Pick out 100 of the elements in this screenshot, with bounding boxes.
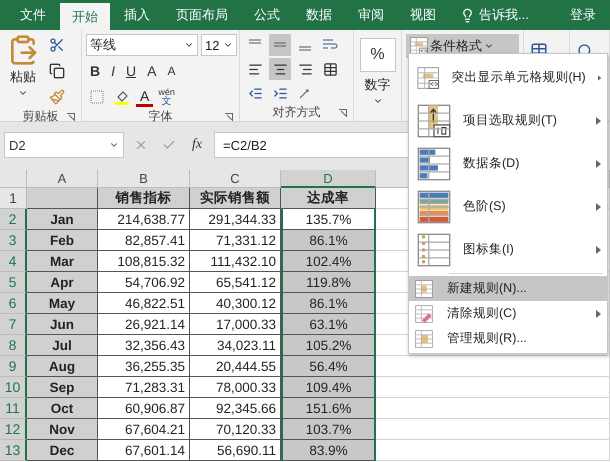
- group-label: 字体: [148, 108, 172, 125]
- ribbon-tab[interactable]: 页面布局: [164, 0, 240, 30]
- ribbon-tab[interactable]: 开始: [60, 3, 110, 30]
- name-box[interactable]: D2: [4, 132, 124, 158]
- ribbon-tab[interactable]: 插入: [112, 0, 162, 30]
- italic-button[interactable]: I: [107, 60, 120, 82]
- table-cell: 71,331.12: [190, 230, 281, 251]
- table-cell: Nov: [27, 419, 98, 440]
- row-header[interactable]: 9: [0, 356, 27, 377]
- bold-button[interactable]: B: [86, 60, 104, 82]
- table-cell: 86.1%: [281, 293, 376, 314]
- row-header[interactable]: 11: [0, 398, 27, 419]
- table-cell: 34,023.11: [190, 335, 281, 356]
- table-cell: 26,921.14: [98, 314, 190, 335]
- table-cell: 109.4%: [281, 377, 376, 398]
- table-cell: 46,822.51: [98, 293, 190, 314]
- table-cell: 105.2%: [281, 335, 376, 356]
- menu-item[interactable]: 数据条(D): [409, 142, 607, 185]
- ribbon-tab[interactable]: 视图: [398, 0, 448, 30]
- table-cell: 92,345.66: [190, 398, 281, 419]
- ribbon-tab[interactable]: 数据: [294, 0, 344, 30]
- font-size-dropdown[interactable]: 12: [201, 34, 237, 56]
- row-header[interactable]: 6: [0, 293, 27, 314]
- table-cell: 36,255.35: [98, 356, 190, 377]
- row-header[interactable]: 12: [0, 419, 27, 440]
- table-cell: 291,344.33: [190, 209, 281, 230]
- column-heading-cell: 达成率: [281, 188, 376, 209]
- grow-font-button[interactable]: A: [143, 60, 160, 82]
- table-cell: Mar: [27, 251, 98, 272]
- font-name-dropdown[interactable]: 等线: [86, 34, 198, 56]
- table-cell: 65,541.12: [190, 272, 281, 293]
- table-cell: 20,444.55: [190, 356, 281, 377]
- sign-in-link[interactable]: 登录: [556, 0, 610, 30]
- table-cell: 151.6%: [281, 398, 376, 419]
- row-header[interactable]: 13: [0, 440, 27, 461]
- column-header[interactable]: C: [190, 170, 281, 188]
- row-header[interactable]: 5: [0, 272, 27, 293]
- table-cell: 56,690.11: [190, 440, 281, 461]
- table-rules-icon: [415, 330, 433, 348]
- menu-item[interactable]: 色阶(S): [409, 185, 607, 228]
- eraser-icon: [415, 304, 433, 322]
- table-cell: 214,638.77: [98, 209, 190, 230]
- column-header[interactable]: B: [98, 170, 190, 188]
- ribbon-tab[interactable]: 审阅: [346, 0, 396, 30]
- menu-item[interactable]: 图标集(I): [409, 228, 607, 271]
- dialog-launcher-icon[interactable]: [67, 113, 75, 121]
- phonetic-button[interactable]: wén 文: [156, 88, 177, 106]
- table-rules-icon: [417, 232, 451, 266]
- table-rules-icon: [417, 146, 451, 180]
- align-center-icon[interactable]: [269, 58, 291, 80]
- table-rules-icon: [415, 280, 433, 298]
- menu-item[interactable]: 项目选取规则(T): [409, 99, 607, 142]
- table-cell: 82,857.41: [98, 230, 190, 251]
- group-label: 剪贴板: [22, 108, 58, 125]
- tell-me-search[interactable]: 告诉我...: [454, 0, 535, 30]
- column-header[interactable]: A: [27, 170, 98, 188]
- menu-item[interactable]: 管理规则(R)...: [409, 326, 607, 351]
- table-cell: 32,356.43: [98, 335, 190, 356]
- underline-button[interactable]: U: [122, 60, 140, 82]
- menu-item[interactable]: 突出显示单元格规则(H): [409, 56, 607, 99]
- column-heading-cell: 实际销售额: [190, 188, 281, 209]
- table-cell: Jan: [27, 209, 98, 230]
- align-middle-icon[interactable]: [269, 34, 291, 56]
- dialog-launcher-icon[interactable]: [225, 113, 233, 121]
- column-heading-cell: 销售指标: [98, 188, 190, 209]
- table-cell: 111,432.10: [190, 251, 281, 272]
- table-cell: Oct: [27, 398, 98, 419]
- lightbulb-icon: [460, 8, 475, 22]
- table-cell: 103.7%: [281, 419, 376, 440]
- table-cell: Aug: [27, 356, 98, 377]
- row-header[interactable]: 3: [0, 230, 27, 251]
- menu-item[interactable]: 新建规则(N)...: [409, 276, 607, 301]
- table-cell: 54,706.92: [98, 272, 190, 293]
- row-header[interactable]: 4: [0, 251, 27, 272]
- percent-style-button[interactable]: %: [360, 38, 396, 72]
- menu-item[interactable]: 清除规则(C): [409, 301, 607, 326]
- row-header[interactable]: 8: [0, 335, 27, 356]
- table-cell: Dec: [27, 440, 98, 461]
- column-header[interactable]: D: [281, 170, 376, 188]
- number-format-button[interactable]: 数字: [362, 76, 394, 106]
- table-cell: 78,000.33: [190, 377, 281, 398]
- table-cell: Apr: [27, 272, 98, 293]
- table-cell: 71,283.31: [98, 377, 190, 398]
- insert-function-button[interactable]: fx: [186, 137, 208, 153]
- table-cell: 56.4%: [281, 356, 376, 377]
- row-header[interactable]: 2: [0, 209, 27, 230]
- row-header[interactable]: 10: [0, 377, 27, 398]
- table-cell: 102.4%: [281, 251, 376, 272]
- row-header[interactable]: 1: [0, 188, 27, 209]
- group-label: 对齐方式: [272, 104, 320, 121]
- ribbon-tab[interactable]: 公式: [242, 0, 292, 30]
- table-cell: Feb: [27, 230, 98, 251]
- ribbon-tab[interactable]: 文件: [8, 0, 58, 30]
- table-cell: 17,000.33: [190, 314, 281, 335]
- paste-button[interactable]: 粘贴: [4, 34, 42, 108]
- table-cell: Jun: [27, 314, 98, 335]
- dialog-launcher-icon[interactable]: [339, 109, 347, 117]
- row-header[interactable]: 7: [0, 314, 27, 335]
- shrink-font-button[interactable]: A: [163, 60, 180, 82]
- font-color-button[interactable]: A: [136, 87, 154, 107]
